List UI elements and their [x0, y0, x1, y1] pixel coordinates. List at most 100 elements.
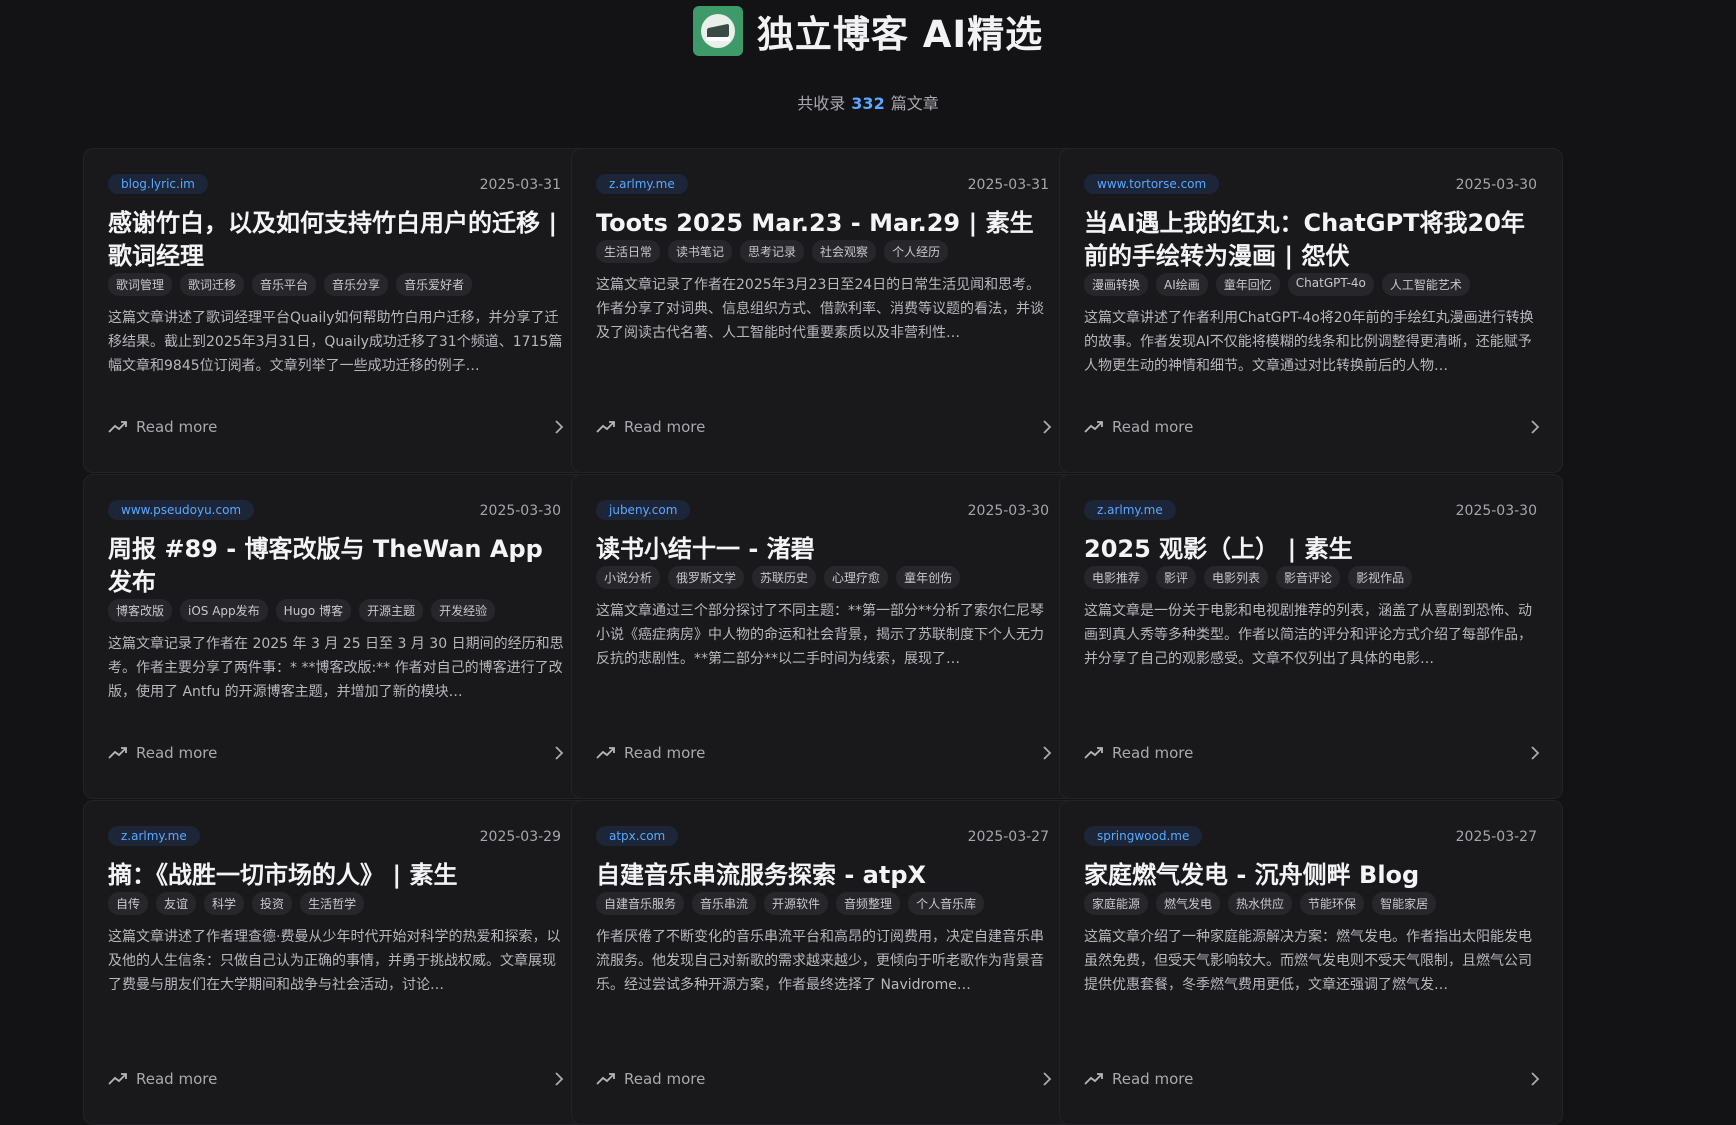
read-more-link[interactable]: Read more	[596, 1067, 1052, 1091]
tag[interactable]: 童年创伤	[896, 566, 961, 589]
tag[interactable]: 生活日常	[596, 240, 661, 263]
brand: 独立博客 AI精选	[0, 4, 1736, 58]
tag[interactable]: 博客改版	[108, 599, 173, 622]
read-more-link[interactable]: Read more	[1084, 741, 1540, 765]
read-more-link[interactable]: Read more	[596, 741, 1052, 765]
tag[interactable]: 社会观察	[812, 240, 877, 263]
article-title[interactable]: 2025 观影（上） | 素生	[1084, 533, 1540, 566]
read-more-link[interactable]: Read more	[1084, 415, 1540, 439]
tag[interactable]: 心理疗愈	[824, 566, 889, 589]
article-card[interactable]: blog.lyric.im 2025-03-31 感谢竹白，以及如何支持竹白用户…	[83, 148, 587, 473]
source-domain-badge[interactable]: z.arlmy.me	[596, 174, 688, 194]
tag[interactable]: 自传	[108, 892, 149, 915]
tag[interactable]: 电影推荐	[1084, 566, 1149, 589]
article-title[interactable]: 感谢竹白，以及如何支持竹白用户的迁移 | 歌词经理	[108, 207, 564, 273]
trending-up-icon	[596, 747, 615, 759]
article-title[interactable]: 当AI遇上我的红丸：ChatGPT将我20年前的手绘转为漫画 | 怨伏	[1084, 207, 1540, 273]
article-card[interactable]: jubeny.com 2025-03-30 读书小结十一 - 渚碧 小说分析 俄罗…	[571, 474, 1075, 799]
read-more-link[interactable]: Read more	[108, 1067, 564, 1091]
source-domain-badge[interactable]: atpx.com	[596, 826, 679, 846]
article-title[interactable]: Toots 2025 Mar.23 - Mar.29 | 素生	[596, 207, 1052, 240]
tag[interactable]: 影音评论	[1276, 566, 1341, 589]
tag[interactable]: 音乐串流	[692, 892, 757, 915]
article-summary: 这篇文章讲述了作者理查德·费曼从少年时代开始对科学的热爱和探索，以及他的人生信条…	[108, 929, 561, 993]
tag[interactable]: 读书笔记	[668, 240, 733, 263]
source-domain-badge[interactable]: jubeny.com	[596, 500, 691, 520]
source-domain-badge[interactable]: www.pseudoyu.com	[108, 500, 255, 520]
read-more-label: Read more	[624, 1070, 706, 1088]
tag[interactable]: 影视作品	[1348, 566, 1413, 589]
tag[interactable]: 热水供应	[1228, 892, 1293, 915]
article-card[interactable]: z.arlmy.me 2025-03-31 Toots 2025 Mar.23 …	[571, 148, 1075, 473]
article-card[interactable]: z.arlmy.me 2025-03-29 摘：《战胜一切市场的人》 | 素生 …	[83, 800, 587, 1125]
site-header: 独立博客 AI精选 共收录 332 篇文章	[0, 0, 1736, 125]
tag[interactable]: 家庭能源	[1084, 892, 1149, 915]
tag[interactable]: 自建音乐服务	[596, 892, 685, 915]
read-more-label: Read more	[1112, 1070, 1194, 1088]
tag-list: 漫画转换 AI绘画 童年回忆 ChatGPT-4o 人工智能艺术	[1084, 273, 1470, 296]
tag[interactable]: ChatGPT-4o	[1287, 273, 1374, 296]
read-more-link[interactable]: Read more	[108, 415, 564, 439]
publish-date: 2025-03-30	[1455, 177, 1537, 193]
trending-up-icon	[596, 421, 615, 433]
chevron-right-icon	[555, 1072, 564, 1086]
tag[interactable]: 生活哲学	[300, 892, 365, 915]
tag[interactable]: 个人音乐库	[908, 892, 985, 915]
tag[interactable]: 开发经验	[431, 599, 496, 622]
tag[interactable]: 投资	[252, 892, 293, 915]
tag-list: 小说分析 俄罗斯文学 苏联历史 心理疗愈 童年创伤	[596, 566, 961, 589]
article-card[interactable]: www.tortorse.com 2025-03-30 当AI遇上我的红丸：Ch…	[1059, 148, 1563, 473]
tag[interactable]: 友谊	[156, 892, 197, 915]
source-domain-badge[interactable]: blog.lyric.im	[108, 174, 208, 194]
tag[interactable]: 音频整理	[836, 892, 901, 915]
article-title[interactable]: 摘：《战胜一切市场的人》 | 素生	[108, 859, 564, 892]
tag[interactable]: 人工智能艺术	[1381, 273, 1470, 296]
article-title[interactable]: 读书小结十一 - 渚碧	[596, 533, 1052, 566]
tag[interactable]: Hugo 博客	[275, 599, 352, 622]
tag[interactable]: 音乐平台	[252, 273, 317, 296]
source-domain-badge[interactable]: springwood.me	[1084, 826, 1203, 846]
read-more-label: Read more	[624, 418, 706, 436]
article-summary: 作者厌倦了不断变化的音乐串流平台和高昂的订阅费用，决定自建音乐串流服务。他发现自…	[596, 929, 1044, 993]
article-card[interactable]: www.pseudoyu.com 2025-03-30 周报 #89 - 博客改…	[83, 474, 587, 799]
tag[interactable]: 开源软件	[764, 892, 829, 915]
chevron-right-icon	[1043, 1072, 1052, 1086]
source-domain-badge[interactable]: z.arlmy.me	[108, 826, 200, 846]
tag[interactable]: iOS App发布	[180, 599, 268, 622]
tag[interactable]: 童年回忆	[1215, 273, 1280, 296]
article-title[interactable]: 自建音乐串流服务探索 - atpX	[596, 859, 1052, 892]
tag[interactable]: 音乐爱好者	[396, 273, 473, 296]
trending-up-icon	[1084, 747, 1103, 759]
tag[interactable]: 思考记录	[740, 240, 805, 263]
tag[interactable]: 小说分析	[596, 566, 661, 589]
tag[interactable]: 歌词迁移	[180, 273, 245, 296]
article-summary: 这篇文章讲述了歌词经理平台Quaily如何帮助竹白用户迁移，并分享了迁移结果。截…	[108, 310, 563, 374]
article-card[interactable]: atpx.com 2025-03-27 自建音乐串流服务探索 - atpX 自建…	[571, 800, 1075, 1125]
tag[interactable]: 开源主题	[359, 599, 424, 622]
article-title[interactable]: 周报 #89 - 博客改版与 TheWan App 发布	[108, 533, 564, 599]
article-card[interactable]: z.arlmy.me 2025-03-30 2025 观影（上） | 素生 电影…	[1059, 474, 1563, 799]
article-title[interactable]: 家庭燃气发电 - 沉舟侧畔 Blog	[1084, 859, 1540, 892]
tag[interactable]: 音乐分享	[324, 273, 389, 296]
tag[interactable]: 漫画转换	[1084, 273, 1149, 296]
tag[interactable]: 苏联历史	[752, 566, 817, 589]
read-more-link[interactable]: Read more	[596, 415, 1052, 439]
source-domain-badge[interactable]: z.arlmy.me	[1084, 500, 1176, 520]
tag[interactable]: 俄罗斯文学	[668, 566, 745, 589]
chevron-right-icon	[1531, 1072, 1540, 1086]
tag[interactable]: 个人经历	[884, 240, 949, 263]
tag[interactable]: 节能环保	[1300, 892, 1365, 915]
tag[interactable]: 电影列表	[1204, 566, 1269, 589]
tag[interactable]: 燃气发电	[1156, 892, 1221, 915]
tag[interactable]: 智能家居	[1372, 892, 1437, 915]
tag[interactable]: 歌词管理	[108, 273, 173, 296]
article-card[interactable]: springwood.me 2025-03-27 家庭燃气发电 - 沉舟侧畔 B…	[1059, 800, 1563, 1125]
tag[interactable]: 影评	[1156, 566, 1197, 589]
source-domain-badge[interactable]: www.tortorse.com	[1084, 174, 1220, 194]
read-more-label: Read more	[624, 744, 706, 762]
read-more-label: Read more	[136, 418, 218, 436]
read-more-link[interactable]: Read more	[1084, 1067, 1540, 1091]
tag[interactable]: AI绘画	[1156, 273, 1208, 296]
tag[interactable]: 科学	[204, 892, 245, 915]
read-more-link[interactable]: Read more	[108, 741, 564, 765]
